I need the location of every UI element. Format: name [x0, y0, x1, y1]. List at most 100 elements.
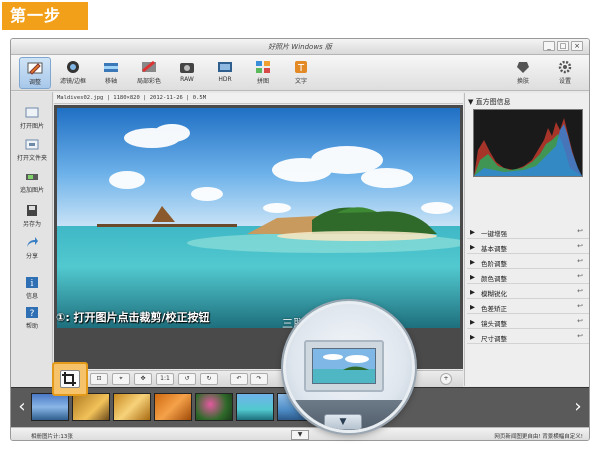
sidebar-item-open-image[interactable]: 打开图片 [11, 106, 53, 130]
filmstrip-toggle-button[interactable]: ▼ [291, 430, 309, 440]
close-button[interactable]: × [571, 41, 583, 51]
toolbar-adjust[interactable]: 调整 [19, 57, 51, 89]
section-label: 一键增强 [481, 230, 507, 238]
expand-triangle-icon: ▶ [470, 243, 475, 251]
toolbar-text[interactable]: T 文字 [285, 57, 317, 89]
thumbnail[interactable] [154, 393, 192, 421]
actual-size-button[interactable]: 1:1 [156, 373, 174, 385]
window-title: 好照片 Windows 版 [268, 43, 332, 51]
step-tag: 第一步 [2, 2, 88, 30]
zoom-fit-button[interactable]: ⌖ [112, 373, 130, 385]
magnified-dropdown-button[interactable]: ▼ [324, 414, 362, 430]
rotate-right-button[interactable]: ↻ [200, 373, 218, 385]
minimize-button[interactable]: _ [543, 41, 555, 51]
panel-section-blur-sharpen[interactable]: ▶ 模糊锐化 ↩ [467, 285, 589, 299]
reset-arrow-icon[interactable]: ↩ [577, 302, 583, 310]
promo-text[interactable]: 网页新闻图更自由! 背景横幅自定义! [494, 432, 583, 440]
toolbar-filter-frame-label: 滤镜/边框 [59, 78, 87, 85]
expand-triangle-icon: ▶ [470, 333, 475, 341]
toolbar-tilt-shift[interactable]: 移轴 [95, 57, 127, 89]
sidebar-item-append-image[interactable]: 追加图片 [11, 170, 53, 194]
help-icon: ? [26, 307, 38, 319]
toolbar-settings[interactable]: 设置 [549, 57, 581, 89]
reset-arrow-icon[interactable]: ↩ [577, 317, 583, 325]
hdr-icon [218, 62, 232, 72]
main-toolbar: 调整 滤镜/边框 移轴 局部彩色 RAW HDR 拼图 T 文字 换肤 设置 [11, 55, 589, 91]
zoom-fit-icon: ⌖ [119, 375, 123, 382]
rotate-left-button[interactable]: ↺ [178, 373, 196, 385]
rotate-left-icon: ↺ [184, 375, 190, 382]
toolbar-tilt-shift-label: 移轴 [104, 78, 117, 85]
zoom-in-button[interactable]: + [440, 373, 452, 385]
sidebar-item-share[interactable]: 分享 [11, 236, 53, 260]
adjust-icon [27, 62, 43, 75]
photo-canvas [57, 108, 460, 328]
reset-arrow-icon[interactable]: ↩ [577, 242, 583, 250]
expand-triangle-icon: ▶ [470, 318, 475, 326]
reset-arrow-icon[interactable]: ↩ [577, 287, 583, 295]
thumbnail[interactable] [113, 393, 151, 421]
panel-section-levels[interactable]: ▶ 色阶调整 ↩ [467, 255, 589, 269]
fit-button[interactable]: ⊡ [90, 373, 108, 385]
magnified-photo [312, 348, 376, 384]
expand-triangle-icon: ▶ [470, 288, 475, 296]
maximize-button[interactable]: □ [557, 41, 569, 51]
magnified-photo-canvas [313, 349, 375, 383]
expand-triangle-icon: ▶ [470, 228, 475, 236]
crop-button[interactable] [60, 370, 80, 388]
sidebar-item-save-as[interactable]: 另存为 [11, 204, 53, 228]
histogram-header[interactable]: ▼ 直方图信息 [468, 97, 511, 107]
reset-arrow-icon[interactable]: ↩ [577, 257, 583, 265]
sidebar-item-open-folder[interactable]: 打开文件夹 [11, 138, 53, 162]
expand-triangle-icon: ▶ [470, 258, 475, 266]
toolbar-raw-label: RAW [180, 76, 194, 83]
reset-arrow-icon[interactable]: ↩ [577, 227, 583, 235]
pan-button[interactable]: ✥ [134, 373, 152, 385]
crop-icon [62, 372, 76, 386]
panel-section-basic-adjust[interactable]: ▶ 基本调整 ↩ [467, 240, 589, 254]
thumbnail[interactable] [195, 393, 233, 421]
tilt-shift-icon [104, 63, 118, 72]
save-as-icon [27, 205, 37, 216]
chevron-right-icon: › [574, 396, 582, 417]
section-label: 颜色调整 [481, 275, 507, 283]
sidebar-item-help[interactable]: ? 帮助 [11, 306, 53, 330]
toolbar-skin[interactable]: 换肤 [507, 57, 539, 89]
expand-triangle-icon: ▶ [470, 273, 475, 281]
panel-section-size[interactable]: ▶ 尺寸调整 ↩ [467, 330, 589, 344]
svg-text:?: ? [30, 309, 35, 319]
undo-button[interactable]: ↶ [230, 373, 248, 385]
toolbar-collage-label: 拼图 [256, 78, 269, 85]
fit-icon: ⊡ [96, 375, 102, 382]
filmstrip-next-button[interactable]: › [569, 394, 587, 422]
histogram-chart [474, 118, 582, 176]
toolbar-raw[interactable]: RAW [171, 57, 203, 89]
histogram-title: 直方图信息 [475, 98, 511, 106]
sidebar-item-label: 帮助 [25, 323, 38, 330]
crop-button-highlight[interactable] [52, 362, 88, 396]
thumbnail[interactable] [236, 393, 274, 421]
image-info-bar: Maldives02.jpg | 1180×820 | 2012-11-26 |… [54, 93, 463, 104]
photo-count: 相册图片计:13张 [31, 434, 73, 440]
sidebar-item-info[interactable]: i 信息 [11, 276, 53, 300]
partial-color-icon [142, 60, 156, 73]
toolbar-filter-frame[interactable]: 滤镜/边框 [57, 57, 89, 89]
reset-arrow-icon[interactable]: ↩ [577, 272, 583, 280]
toolbar-partial-color[interactable]: 局部彩色 [133, 57, 165, 89]
filmstrip-prev-button[interactable]: ‹ [13, 394, 31, 422]
thumbnail[interactable] [72, 393, 110, 421]
panel-section-auto-enhance[interactable]: ▶ 一键增强 ↩ [467, 225, 589, 239]
panel-section-color[interactable]: ▶ 颜色调整 ↩ [467, 270, 589, 284]
toolbar-text-label: 文字 [294, 78, 307, 85]
share-icon [27, 237, 38, 247]
panel-section-chromatic[interactable]: ▶ 色差矫正 ↩ [467, 300, 589, 314]
panel-section-lens[interactable]: ▶ 镜头调整 ↩ [467, 315, 589, 329]
toolbar-skin-label: 换肤 [516, 78, 529, 85]
undo-icon: ↶ [236, 375, 242, 382]
toolbar-collage[interactable]: 拼图 [247, 57, 279, 89]
reset-arrow-icon[interactable]: ↩ [577, 332, 583, 340]
toolbar-hdr[interactable]: HDR [209, 57, 241, 89]
redo-button[interactable]: ↷ [250, 373, 268, 385]
raw-icon [180, 63, 194, 73]
thumbnail[interactable] [31, 393, 69, 421]
